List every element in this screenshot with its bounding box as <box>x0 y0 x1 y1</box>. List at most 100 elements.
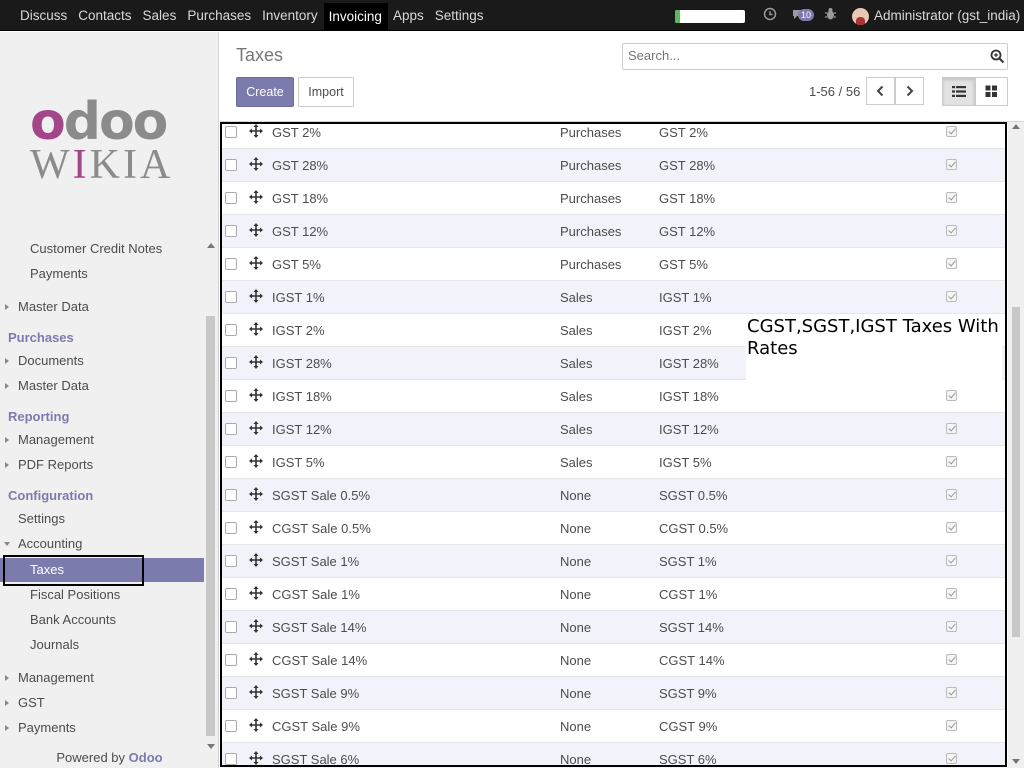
sidebar-item-gst[interactable]: GST <box>0 691 204 715</box>
user-menu[interactable]: Administrator (gst_india) <box>874 8 1020 23</box>
import-button[interactable]: Import <box>298 77 354 107</box>
caret-right-icon[interactable] <box>5 358 9 364</box>
user-avatar[interactable] <box>852 8 869 25</box>
row-select-checkbox[interactable] <box>225 390 237 402</box>
table-row[interactable]: CGST Sale 1% None CGST 1% <box>220 578 1006 611</box>
menu-settings[interactable]: Settings <box>430 2 490 29</box>
sidebar-item-payments[interactable]: Payments <box>0 262 204 286</box>
table-row[interactable]: IGST 1% Sales IGST 1% <box>220 281 1006 314</box>
drag-handle-icon[interactable] <box>249 157 263 174</box>
row-select-checkbox[interactable] <box>225 654 237 666</box>
caret-right-icon[interactable] <box>5 304 9 310</box>
sidebar-item-master-data[interactable]: Master Data <box>0 374 204 398</box>
clock-icon[interactable] <box>763 7 777 24</box>
drag-handle-icon[interactable] <box>249 652 263 669</box>
drag-handle-icon[interactable] <box>249 553 263 570</box>
main-scroll-thumb[interactable] <box>1012 307 1020 637</box>
table-row[interactable]: CGST Sale 0.5% None CGST 0.5% <box>220 512 1006 545</box>
caret-right-icon[interactable] <box>5 675 9 681</box>
row-select-checkbox[interactable] <box>225 159 237 171</box>
row-select-checkbox[interactable] <box>225 291 237 303</box>
row-select-checkbox[interactable] <box>225 687 237 699</box>
table-row[interactable]: SGST Sale 6% None SGST 6% <box>220 743 1006 768</box>
row-select-checkbox[interactable] <box>225 588 237 600</box>
row-select-checkbox[interactable] <box>225 258 237 270</box>
table-row[interactable]: GST 18% Purchases GST 18% <box>220 182 1006 215</box>
row-select-checkbox[interactable] <box>225 456 237 468</box>
caret-right-icon[interactable] <box>5 725 9 731</box>
menu-apps[interactable]: Apps <box>388 2 430 29</box>
row-select-checkbox[interactable] <box>225 720 237 732</box>
table-row[interactable]: SGST Sale 0.5% None SGST 0.5% <box>220 479 1006 512</box>
row-select-checkbox[interactable] <box>225 522 237 534</box>
table-row[interactable]: GST 5% Purchases GST 5% <box>220 248 1006 281</box>
sidebar-item-accounting[interactable]: Accounting <box>0 532 204 556</box>
sidebar-item-master-data[interactable]: Master Data <box>0 295 204 319</box>
table-row[interactable]: SGST Sale 14% None SGST 14% <box>220 611 1006 644</box>
drag-handle-icon[interactable] <box>249 190 263 207</box>
drag-handle-icon[interactable] <box>249 454 263 471</box>
table-row[interactable]: GST 2% Purchases GST 2% <box>220 122 1006 149</box>
caret-right-icon[interactable] <box>5 462 9 468</box>
caret-down-icon[interactable] <box>4 542 10 546</box>
row-select-checkbox[interactable] <box>225 324 237 336</box>
table-row[interactable]: IGST 18% Sales IGST 18% <box>220 380 1006 413</box>
table-row[interactable]: CGST Sale 9% None CGST 9% <box>220 710 1006 743</box>
row-select-checkbox[interactable] <box>225 555 237 567</box>
search-input[interactable] <box>628 48 978 63</box>
drag-handle-icon[interactable] <box>249 256 263 273</box>
table-row[interactable]: SGST Sale 1% None SGST 1% <box>220 545 1006 578</box>
drag-handle-icon[interactable] <box>249 322 263 339</box>
drag-handle-icon[interactable] <box>249 289 263 306</box>
search-box[interactable] <box>622 43 1008 70</box>
sidebar-item-bank-accounts[interactable]: Bank Accounts <box>0 608 204 632</box>
table-row[interactable]: SGST Sale 9% None SGST 9% <box>220 677 1006 710</box>
menu-invoicing[interactable]: Invoicing <box>323 3 388 30</box>
sidebar-item-documents[interactable]: Documents <box>0 349 204 373</box>
sidebar-item-journals[interactable]: Journals <box>0 633 204 657</box>
scroll-up-icon[interactable] <box>1012 124 1020 129</box>
row-select-checkbox[interactable] <box>225 126 237 138</box>
drag-handle-icon[interactable] <box>249 487 263 504</box>
caret-right-icon[interactable] <box>5 700 9 706</box>
drag-handle-icon[interactable] <box>249 124 263 141</box>
drag-handle-icon[interactable] <box>249 685 263 702</box>
table-row[interactable]: IGST 12% Sales IGST 12% <box>220 413 1006 446</box>
scroll-up-icon[interactable] <box>207 243 215 248</box>
bug-icon[interactable] <box>824 7 837 24</box>
sidebar-item-payments[interactable]: Payments <box>0 716 204 740</box>
search-icon[interactable] <box>990 49 1005 64</box>
odoo-link[interactable]: Odoo <box>129 750 163 765</box>
sidebar-item-pdf-reports[interactable]: PDF Reports <box>0 453 204 477</box>
scroll-down-icon[interactable] <box>1012 759 1020 764</box>
sidebar-item-customer-credit-notes[interactable]: Customer Credit Notes <box>0 237 204 261</box>
pager-value[interactable]: 1-56 / 56 <box>809 84 860 99</box>
create-button[interactable]: Create <box>236 77 294 107</box>
sidebar-item-fiscal-positions[interactable]: Fiscal Positions <box>0 583 204 607</box>
sidebar-item-management[interactable]: Management <box>0 428 204 452</box>
sidebar-scroll-thumb[interactable] <box>206 316 215 736</box>
table-row[interactable]: GST 12% Purchases GST 12% <box>220 215 1006 248</box>
company-logo[interactable]: odoo WIKIA <box>30 96 190 187</box>
row-select-checkbox[interactable] <box>225 357 237 369</box>
drag-handle-icon[interactable] <box>249 223 263 240</box>
row-select-checkbox[interactable] <box>225 489 237 501</box>
table-row[interactable]: GST 28% Purchases GST 28% <box>220 149 1006 182</box>
pager-previous-button[interactable] <box>866 77 895 105</box>
sidebar-scrollbar[interactable] <box>205 241 216 749</box>
drag-handle-icon[interactable] <box>249 751 263 768</box>
caret-right-icon[interactable] <box>5 383 9 389</box>
drag-handle-icon[interactable] <box>249 619 263 636</box>
caret-right-icon[interactable] <box>5 437 9 443</box>
pager-next-button[interactable] <box>895 77 924 105</box>
kanban-view-button[interactable] <box>975 77 1008 106</box>
scroll-down-icon[interactable] <box>207 744 215 749</box>
drag-handle-icon[interactable] <box>249 520 263 537</box>
menu-inventory[interactable]: Inventory <box>257 2 324 29</box>
row-select-checkbox[interactable] <box>225 225 237 237</box>
table-row[interactable]: IGST 5% Sales IGST 5% <box>220 446 1006 479</box>
menu-purchases[interactable]: Purchases <box>182 2 257 29</box>
main-scrollbar[interactable] <box>1008 122 1024 768</box>
sidebar-item-settings[interactable]: Settings <box>0 507 204 531</box>
row-select-checkbox[interactable] <box>225 621 237 633</box>
